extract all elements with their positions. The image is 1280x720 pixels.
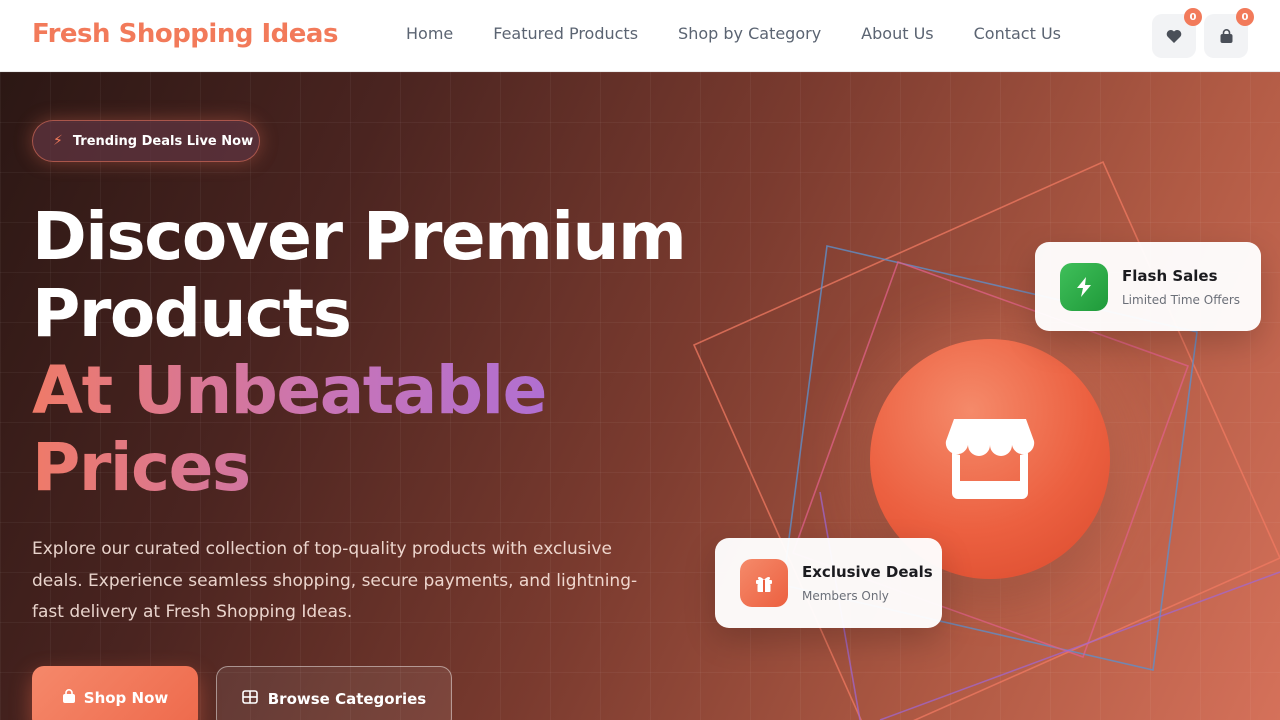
shopping-bag-icon [62, 689, 75, 703]
exclusive-deals-title: Exclusive Deals [802, 563, 933, 581]
cart-count-badge: 0 [1236, 8, 1254, 26]
wishlist-count-badge: 0 [1184, 8, 1202, 26]
nav-featured-products[interactable]: Featured Products [493, 24, 638, 43]
browse-categories-label: Browse Categories [267, 690, 427, 708]
hero-title-line-2: Products [32, 275, 352, 352]
exclusive-deals-card[interactable]: Exclusive Deals Members Only [715, 538, 942, 628]
shop-now-button[interactable]: Shop Now [32, 666, 198, 720]
bolt-icon: ⚡ [53, 133, 63, 149]
shop-now-label: Shop Now [83, 689, 169, 707]
main-nav: Home Featured Products Shop by Category … [406, 24, 1101, 43]
flash-sales-icon-tile [1060, 262, 1108, 311]
site-header: Fresh Shopping Ideas Home Featured Produ… [0, 0, 1280, 72]
store-icon [945, 419, 1035, 499]
cart-button[interactable]: 0 [1204, 8, 1254, 58]
nav-shop-by-category[interactable]: Shop by Category [678, 24, 821, 43]
nav-home[interactable]: Home [406, 24, 453, 43]
flash-sales-title: Flash Sales [1122, 266, 1218, 285]
nav-about-us[interactable]: About Us [861, 24, 933, 43]
bolt-icon [1077, 276, 1091, 297]
flash-sales-card[interactable]: Flash Sales Limited Time Offers [1035, 242, 1261, 331]
flash-sales-subtitle: Limited Time Offers [1122, 292, 1241, 307]
wishlist-button[interactable]: 0 [1152, 8, 1202, 58]
grid-icon [241, 690, 258, 704]
hero-description: Explore our curated collection of top-qu… [32, 539, 638, 622]
browse-categories-button[interactable]: Browse Categories [216, 666, 452, 720]
trending-badge-label: Trending Deals Live Now [72, 133, 254, 149]
hero-section: ⚡ Trending Deals Live Now Discover Premi… [0, 72, 1280, 720]
heart-icon [1166, 29, 1182, 43]
exclusive-deals-subtitle: Members Only [802, 589, 889, 603]
hero-title: Discover Premium Products At Unbeatable … [32, 198, 712, 506]
nav-contact-us[interactable]: Contact Us [974, 24, 1061, 43]
exclusive-deals-icon-tile [740, 559, 788, 607]
trending-badge: ⚡ Trending Deals Live Now [32, 120, 260, 162]
gift-icon [756, 576, 772, 592]
shopping-bag-icon [1220, 28, 1232, 43]
hero-title-line-4: Prices [32, 429, 712, 506]
hero-title-line-3: At Unbeatable [32, 352, 712, 429]
hero-title-line-1: Discover Premium [32, 198, 687, 275]
site-logo[interactable]: Fresh Shopping Ideas [32, 19, 338, 49]
